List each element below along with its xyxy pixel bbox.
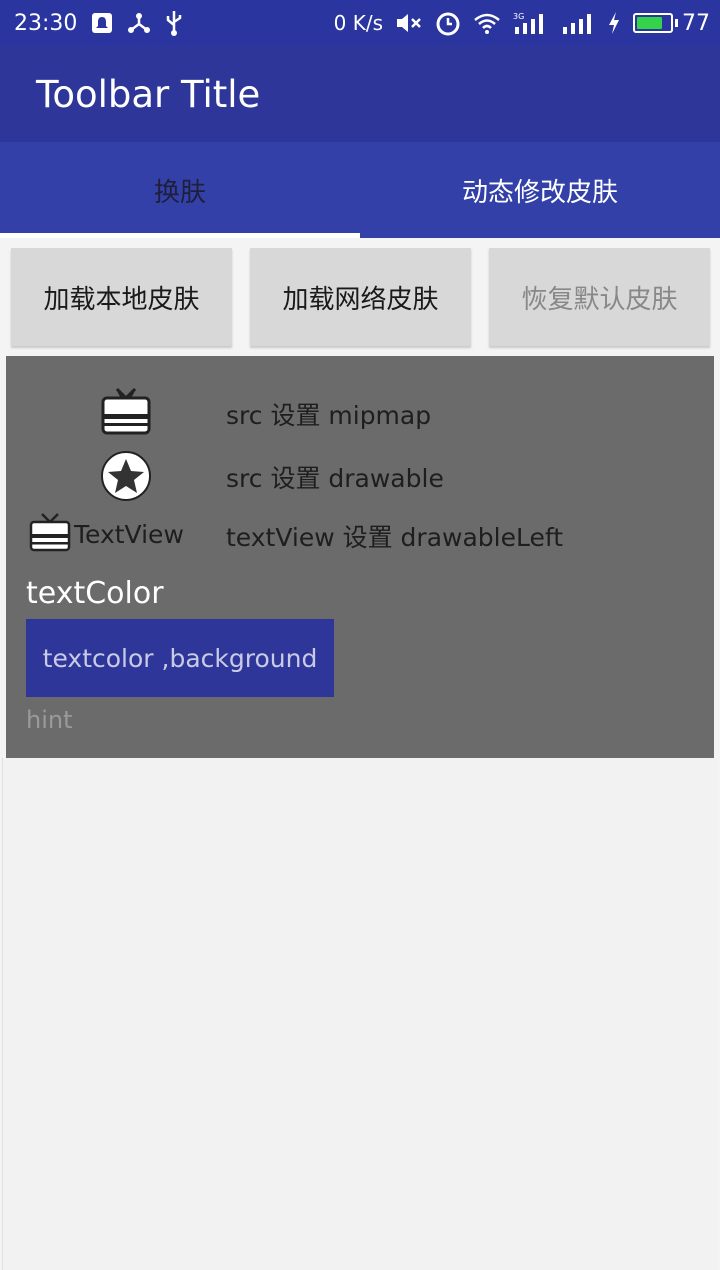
alarm-icon	[435, 10, 461, 36]
usb-icon	[165, 10, 183, 36]
status-time: 23:30	[14, 10, 78, 36]
src-mipmap-label: src 设置 mipmap	[226, 401, 432, 430]
wifi-icon	[473, 12, 501, 34]
notification-icon	[91, 12, 113, 34]
tab-dynamic-skin[interactable]: 动态修改皮肤	[360, 142, 720, 238]
src-drawable-label: src 设置 drawable	[226, 464, 444, 493]
empty-content-area	[2, 758, 718, 1270]
tab-dynamic-skin-label: 动态修改皮肤	[461, 177, 618, 208]
restore-default-skin-button[interactable]: 恢复默认皮肤	[489, 248, 710, 346]
battery-icon: 77	[633, 11, 710, 36]
load-local-skin-button[interactable]: 加载本地皮肤	[11, 248, 232, 346]
tab-bar: 换肤 动态修改皮肤	[0, 142, 720, 238]
net-speed: 0 K/s	[333, 11, 383, 35]
status-bar: 23:30 0 K/s 3G 77	[0, 0, 720, 46]
textcolor-background-label: textcolor ,background	[42, 643, 318, 673]
textview-text: TextView	[74, 519, 184, 549]
toolbar-title: Toolbar Title	[36, 72, 261, 116]
textview-with-drawable: TextView	[28, 512, 184, 556]
battery-level: 77	[682, 10, 710, 36]
svg-text:3G: 3G	[513, 12, 524, 21]
textcolor-background-button[interactable]: textcolor ,background	[26, 619, 334, 697]
mute-icon	[395, 12, 423, 34]
tab-skin[interactable]: 换肤	[0, 142, 360, 238]
load-network-skin-button[interactable]: 加载网络皮肤	[250, 248, 471, 346]
tab-skin-label: 换肤	[153, 177, 206, 208]
signal-3g-icon: 3G	[513, 11, 549, 35]
share-icon	[127, 11, 151, 35]
gift-icon	[100, 386, 152, 440]
signal-icon	[561, 11, 595, 35]
toolbar: Toolbar Title	[0, 46, 720, 142]
charging-icon	[607, 11, 621, 35]
hint-input[interactable]: hint	[26, 706, 73, 734]
skin-demo-panel: src 设置 mipmap src 设置 drawable TextView t…	[6, 356, 714, 758]
gift-small-icon	[28, 512, 72, 556]
textcolor-text: textColor	[26, 576, 164, 611]
star-icon	[100, 450, 152, 506]
button-row: 加载本地皮肤 加载网络皮肤 恢复默认皮肤	[0, 238, 720, 356]
textview-drawableleft-label: textView 设置 drawableLeft	[226, 523, 564, 552]
